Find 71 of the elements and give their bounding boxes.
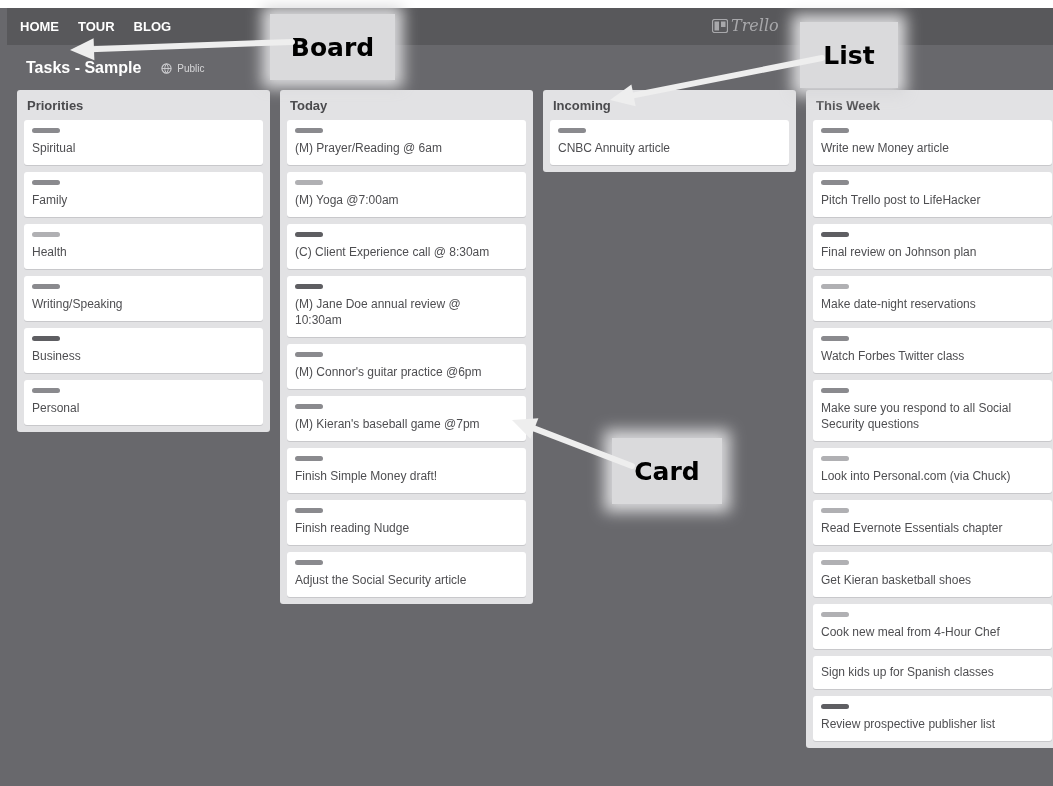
callout-label: Card	[612, 438, 722, 504]
card-title: Finish reading Nudge	[295, 520, 411, 536]
card-title: (M) Kieran's baseball game @7pm	[295, 416, 481, 432]
list-title[interactable]: Incoming	[550, 90, 789, 120]
task-card[interactable]: Spiritual	[24, 120, 263, 165]
nav-link[interactable]: TOUR	[78, 19, 115, 34]
card-title: Writing/Speaking	[32, 296, 124, 312]
card-title: (M) Yoga @7:00am	[295, 192, 400, 208]
card-title: Make date-night reservations	[821, 296, 977, 312]
task-card[interactable]: Family	[24, 172, 263, 217]
task-card[interactable]: Get Kieran basketball shoes	[813, 552, 1052, 597]
card-title: Review prospective publisher list	[821, 716, 997, 732]
callout-label: List	[800, 22, 898, 88]
visibility-control[interactable]: Public	[161, 63, 205, 76]
task-card[interactable]: (M) Yoga @7:00am	[287, 172, 526, 217]
task-card[interactable]: Sign kids up for Spanish classes	[813, 656, 1052, 689]
list-title[interactable]: This Week	[813, 90, 1052, 120]
task-card[interactable]: (M) Connor's guitar practice @6pm	[287, 344, 526, 389]
task-card[interactable]: Final review on Johnson plan	[813, 224, 1052, 269]
list-title[interactable]: Priorities	[24, 90, 263, 120]
card-title: Health	[32, 244, 68, 260]
task-card[interactable]: Watch Forbes Twitter class	[813, 328, 1052, 373]
card-title: Sign kids up for Spanish classes	[821, 664, 995, 680]
task-card[interactable]: (C) Client Experience call @ 8:30am	[287, 224, 526, 269]
card-title: Spiritual	[32, 140, 77, 156]
card-title: Write new Money article	[821, 140, 950, 156]
card-title: Make sure you respond to all Social Security questions	[821, 400, 1013, 432]
card-title: Family	[32, 192, 69, 208]
task-card[interactable]: (M) Kieran's baseball game @7pm	[287, 396, 526, 441]
task-card[interactable]: Make sure you respond to all Social Security questions	[813, 380, 1052, 441]
card-title: Adjust the Social Security article	[295, 572, 468, 588]
card-title: Get Kieran basketball shoes	[821, 572, 973, 588]
card-title: (M) Jane Doe annual review @ 10:30am	[295, 296, 462, 328]
card-title: Personal	[32, 400, 81, 416]
callout-label: Board	[270, 14, 395, 80]
task-card[interactable]: (M) Jane Doe annual review @ 10:30am	[287, 276, 526, 337]
card-title: Read Evernote Essentials chapter	[821, 520, 1004, 536]
task-card[interactable]: Health	[24, 224, 263, 269]
list-title[interactable]: Today	[287, 90, 526, 120]
task-card[interactable]: Writing/Speaking	[24, 276, 263, 321]
card-title: (C) Client Experience call @ 8:30am	[295, 244, 491, 260]
task-card[interactable]: (M) Prayer/Reading @ 6am	[287, 120, 526, 165]
task-card[interactable]: Adjust the Social Security article	[287, 552, 526, 597]
card-title: (M) Prayer/Reading @ 6am	[295, 140, 443, 156]
card-title: Pitch Trello post to LifeHacker	[821, 192, 982, 208]
task-card[interactable]: CNBC Annuity article	[550, 120, 789, 165]
task-card[interactable]: Cook new meal from 4-Hour Chef	[813, 604, 1052, 649]
task-card[interactable]: Write new Money article	[813, 120, 1052, 165]
task-card[interactable]: Read Evernote Essentials chapter	[813, 500, 1052, 545]
nav-link[interactable]: BLOG	[133, 19, 172, 34]
logo-text: Trello	[731, 16, 779, 35]
board-title[interactable]: Tasks - Sample	[26, 59, 142, 76]
card-title: Finish Simple Money draft!	[295, 468, 439, 484]
task-card[interactable]: Look into Personal.com (via Chuck)	[813, 448, 1052, 493]
task-card[interactable]: Make date-night reservations	[813, 276, 1052, 321]
board-logo-icon	[712, 18, 728, 33]
card-title: Business	[32, 348, 82, 364]
task-card[interactable]: Pitch Trello post to LifeHacker	[813, 172, 1052, 217]
task-card[interactable]: Finish reading Nudge	[287, 500, 526, 545]
card-title: (M) Connor's guitar practice @6pm	[295, 364, 483, 380]
globe-icon	[161, 63, 173, 74]
task-card[interactable]: Business	[24, 328, 263, 373]
task-card[interactable]: Personal	[24, 380, 263, 425]
card-title: Final review on Johnson plan	[821, 244, 978, 260]
card-title: Look into Personal.com (via Chuck)	[821, 468, 1012, 484]
card-title: Watch Forbes Twitter class	[821, 348, 966, 364]
task-card[interactable]: Finish Simple Money draft!	[287, 448, 526, 493]
card-title: CNBC Annuity article	[558, 140, 672, 156]
card-title: Cook new meal from 4-Hour Chef	[821, 624, 1001, 640]
task-card[interactable]: Review prospective publisher list	[813, 696, 1052, 741]
nav-link[interactable]: HOME	[20, 19, 59, 34]
